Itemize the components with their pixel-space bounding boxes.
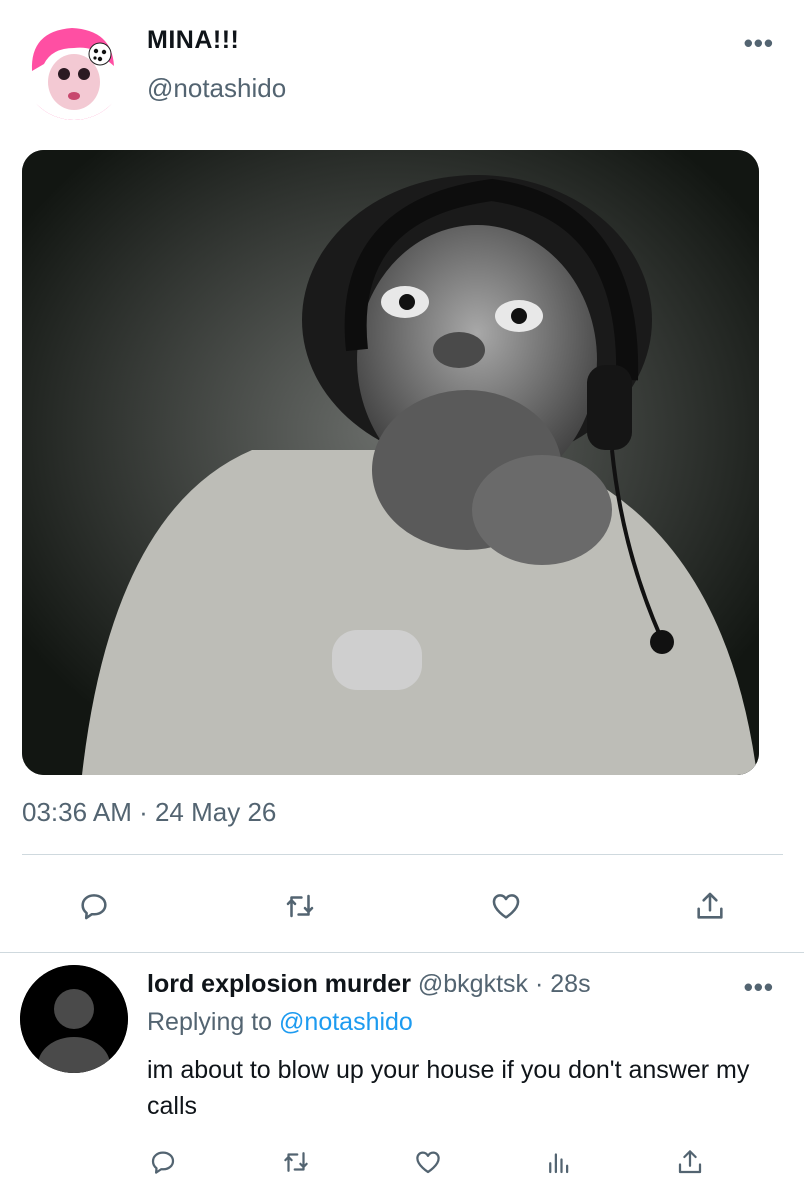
- tweet-media-image[interactable]: [22, 150, 759, 775]
- replying-to-label: Replying to: [147, 1008, 273, 1036]
- share-button[interactable]: [666, 1138, 714, 1186]
- author-handle[interactable]: @notashido: [147, 73, 286, 104]
- replying-to-handle-link[interactable]: @notashido: [279, 1008, 413, 1036]
- share-icon: [697, 892, 723, 919]
- separator-dot: ·: [534, 970, 544, 998]
- reply-text: im about to blow up your house if you do…: [147, 1056, 750, 1120]
- like-button[interactable]: [404, 1138, 452, 1186]
- like-icon: [416, 1151, 440, 1174]
- reply-time[interactable]: 28s: [550, 970, 590, 998]
- divider: [0, 952, 804, 953]
- reply-header: lord explosion murder @bkgktsk · 28s: [147, 970, 591, 999]
- reply-author-avatar[interactable]: [20, 965, 128, 1073]
- retweet-button[interactable]: [272, 1138, 320, 1186]
- share-icon: [678, 1150, 702, 1174]
- reply-icon: [151, 1151, 175, 1174]
- reply-button[interactable]: [70, 882, 118, 930]
- replying-to-line: Replying to @notashido: [147, 1008, 413, 1037]
- retweet-icon: [286, 894, 314, 918]
- default-avatar-icon: [20, 965, 128, 1073]
- reply-handle[interactable]: @bkgktsk: [418, 970, 528, 998]
- author-display-name[interactable]: MINA!!!: [147, 26, 239, 55]
- analytics-icon: [549, 1153, 569, 1174]
- divider: [22, 854, 783, 855]
- retweet-icon: [284, 1152, 308, 1172]
- like-icon: [492, 894, 520, 919]
- more-options-icon[interactable]: •••: [744, 972, 774, 1003]
- author-avatar[interactable]: [22, 16, 126, 120]
- retweet-button[interactable]: [276, 882, 324, 930]
- avatar-image: [22, 16, 126, 120]
- reply-icon: [81, 894, 107, 920]
- analytics-button[interactable]: [535, 1138, 583, 1186]
- like-button[interactable]: [482, 882, 530, 930]
- reply-button[interactable]: [139, 1138, 187, 1186]
- tweet-timestamp[interactable]: 03:36 AM · 24 May 26: [22, 797, 276, 828]
- more-options-icon[interactable]: •••: [744, 28, 774, 59]
- reply-display-name[interactable]: lord explosion murder: [147, 970, 411, 998]
- share-button[interactable]: [686, 882, 734, 930]
- reaction-photo: [22, 150, 759, 775]
